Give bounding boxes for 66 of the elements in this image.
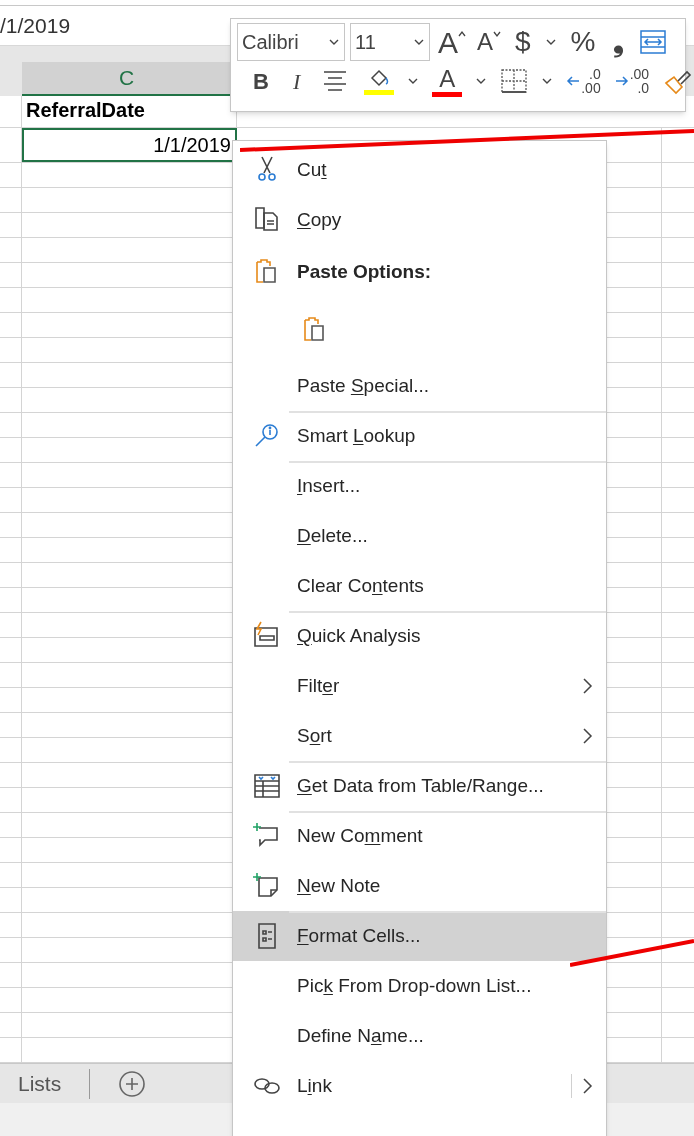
decimal-text: .0: [637, 81, 650, 95]
menu-item[interactable]: Insert...: [233, 461, 606, 511]
decimal-text: .0: [589, 67, 601, 81]
menu-item[interactable]: Copy: [233, 195, 606, 245]
menu-item-label: Paste Special...: [297, 373, 430, 398]
format-button[interactable]: $: [509, 24, 537, 60]
header-cell-text: ReferralDate: [26, 98, 145, 123]
menu-item-label: Copy: [297, 207, 342, 232]
add-sheet-icon[interactable]: [118, 1069, 147, 1098]
arrow-icon: [614, 75, 629, 87]
align-center-icon: [322, 69, 349, 93]
font-name-field[interactable]: Calibri: [237, 23, 345, 61]
menu-item[interactable]: Get Data from Table/Range...: [233, 761, 606, 811]
merge-center-icon: [638, 28, 667, 56]
menu-item-label: Define Name...: [297, 1023, 424, 1048]
menu-item-label: Smart Lookup: [297, 423, 416, 448]
chevron-right-icon: [580, 727, 594, 745]
decimal-button[interactable]: .00 .0: [610, 63, 654, 99]
borders-icon: [500, 68, 529, 94]
menu-item[interactable]: Delete...: [233, 511, 606, 561]
menu-item[interactable]: New Note: [233, 861, 606, 911]
menu-item[interactable]: Filter: [233, 661, 606, 711]
chevron-right-icon: [580, 1077, 594, 1095]
caret-up-icon: [458, 30, 466, 38]
menu-item-label: Insert...: [297, 473, 361, 498]
font-color-button[interactable]: A: [428, 63, 467, 99]
menu-item-label: Pick From Drop-down List...: [297, 973, 532, 998]
format-button[interactable]: %: [564, 24, 602, 60]
menu-item-label: Sort: [297, 723, 332, 748]
menu-item[interactable]: Define Name...: [233, 1011, 606, 1061]
menu-item-label: Format Cells...: [297, 923, 421, 948]
decimal-text: .00: [629, 67, 650, 81]
formula-bar-text: /1/2019: [0, 12, 71, 39]
menu-item[interactable]: Quick Analysis: [233, 611, 606, 661]
font-size-field[interactable]: 11: [350, 23, 430, 61]
column-header[interactable]: C: [22, 62, 232, 96]
menu-item-label: Link: [297, 1073, 332, 1098]
sheet-tab[interactable]: Lists: [18, 1067, 62, 1100]
bold-button[interactable]: B: [245, 63, 277, 99]
menu-item-label: Paste Options:: [297, 259, 432, 284]
menu-item-label: New Note: [297, 873, 381, 898]
menu-item[interactable]: Sort: [233, 711, 606, 761]
arrow-icon: [566, 75, 581, 87]
menu-item[interactable]: Format Cells...: [233, 911, 606, 961]
grow-font-button[interactable]: A: [435, 24, 469, 60]
menu-item[interactable]: Pick From Drop-down List...: [233, 961, 606, 1011]
menu-item[interactable]: New Comment: [233, 811, 606, 861]
menu-item-label: Clear Contents: [297, 573, 424, 598]
menu-item[interactable]: Clear Contents: [233, 561, 606, 611]
italic-button[interactable]: I: [282, 63, 311, 99]
shrink-font-button[interactable]: A: [474, 24, 505, 60]
menu-item[interactable]: Paste Special...: [233, 361, 606, 411]
menu-item-label: Quick Analysis: [297, 623, 421, 648]
caret-down-icon: [493, 30, 502, 38]
menu-item-label: Filter: [297, 673, 340, 698]
menu-item-label: Get Data from Table/Range...: [297, 773, 544, 798]
menu-item-label: Delete...: [297, 523, 368, 548]
menu-item[interactable]: Link: [233, 1061, 606, 1111]
selected-cell[interactable]: 1/1/2019: [22, 128, 237, 162]
menu-item[interactable]: Smart Lookup: [233, 411, 606, 461]
menu-item-label: New Comment: [297, 823, 423, 848]
comma-style-button[interactable]: ❟: [606, 24, 630, 60]
chevron-right-icon: [580, 677, 594, 695]
decimal-button[interactable]: .0 .00: [562, 63, 605, 99]
decimal-text: .00: [581, 81, 601, 95]
menu-item-label: Cut: [297, 157, 327, 182]
